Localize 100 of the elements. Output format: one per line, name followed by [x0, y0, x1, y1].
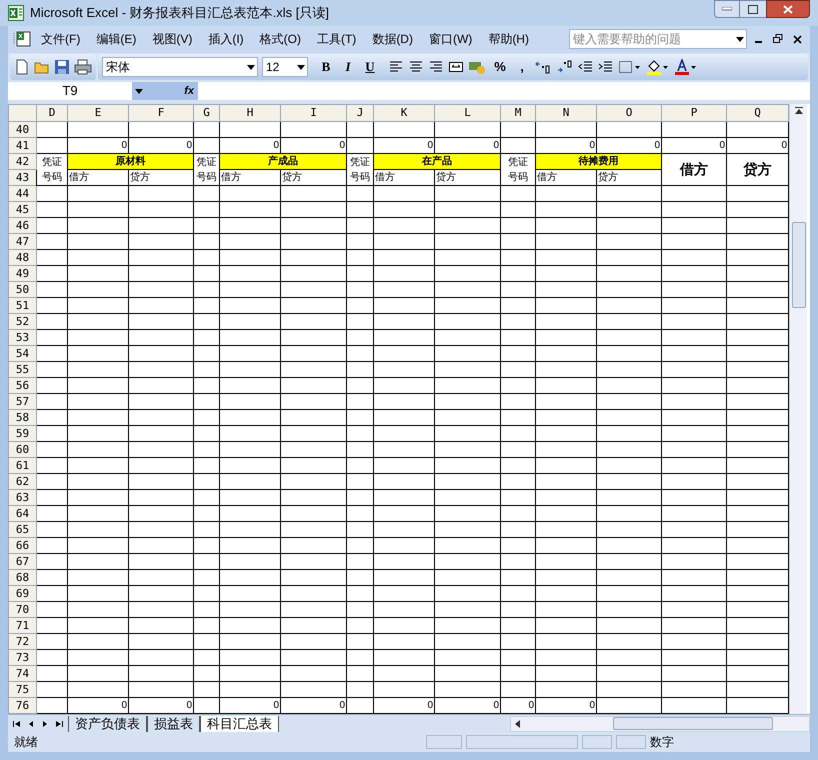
- row-header[interactable]: 52: [8, 314, 36, 330]
- column-header[interactable]: M: [500, 104, 536, 122]
- comma-style-button[interactable]: ,: [514, 57, 530, 77]
- column-header[interactable]: Q: [726, 104, 788, 122]
- menu-item[interactable]: 视图(V): [145, 29, 200, 49]
- status-panel: [426, 735, 462, 749]
- scrollbar-thumb[interactable]: [792, 222, 806, 308]
- maximize-button[interactable]: [740, 0, 766, 18]
- row-header[interactable]: 54: [8, 346, 36, 362]
- row-header[interactable]: 47: [8, 234, 36, 250]
- column-header[interactable]: L: [434, 104, 500, 122]
- sheet-tab[interactable]: 损益表: [147, 716, 200, 732]
- column-header[interactable]: E: [68, 104, 128, 122]
- first-sheet-icon[interactable]: [12, 718, 22, 728]
- insert-function-button[interactable]: fx: [184, 82, 194, 100]
- row-header[interactable]: 50: [8, 282, 36, 298]
- row-header[interactable]: 60: [8, 442, 36, 458]
- row-header[interactable]: 68: [8, 570, 36, 586]
- table-cell: 0: [726, 138, 788, 154]
- row-header[interactable]: 58: [8, 410, 36, 426]
- menu-item[interactable]: 编辑(E): [89, 29, 144, 49]
- row-header[interactable]: 62: [8, 474, 36, 490]
- name-box[interactable]: T9: [8, 82, 132, 100]
- row-header[interactable]: 72: [8, 634, 36, 650]
- font-size-dropdown[interactable]: 12: [262, 57, 308, 77]
- decrease-decimal-icon[interactable]: [556, 59, 574, 75]
- printer-icon[interactable]: [74, 59, 92, 75]
- row-header[interactable]: 42: [8, 154, 36, 170]
- italic-button[interactable]: I: [338, 57, 358, 77]
- sheet-tab[interactable]: 科目汇总表: [200, 716, 279, 732]
- row-header[interactable]: 64: [8, 506, 36, 522]
- column-header[interactable]: P: [662, 104, 726, 122]
- underline-button[interactable]: U: [360, 57, 380, 77]
- row-header[interactable]: 66: [8, 538, 36, 554]
- excel-logo-icon: [8, 4, 24, 21]
- column-header[interactable]: G: [194, 104, 220, 122]
- row-header[interactable]: 44: [8, 186, 36, 202]
- bold-button[interactable]: B: [316, 57, 336, 77]
- row-header[interactable]: 71: [8, 618, 36, 634]
- row-header[interactable]: 75: [8, 682, 36, 698]
- row-header[interactable]: 51: [8, 298, 36, 314]
- menu-item[interactable]: 帮助(H): [481, 29, 536, 49]
- table-cell-text: 凭证号码: [350, 156, 370, 184]
- row-header[interactable]: 53: [8, 330, 36, 346]
- menu-item[interactable]: 工具(T): [310, 29, 364, 49]
- table-cell: 贷方: [280, 170, 346, 186]
- column-header[interactable]: O: [596, 104, 662, 122]
- row-header[interactable]: 59: [8, 426, 36, 442]
- menu-item[interactable]: 窗口(W): [422, 29, 480, 49]
- font-color-icon[interactable]: [674, 59, 698, 75]
- row-header[interactable]: 46: [8, 218, 36, 234]
- menu-item[interactable]: 文件(F): [34, 29, 88, 49]
- row-header[interactable]: 41: [8, 138, 36, 154]
- last-sheet-icon[interactable]: [54, 718, 64, 728]
- horizontal-scrollbar[interactable]: [510, 716, 810, 732]
- column-header[interactable]: H: [220, 104, 280, 122]
- close-icon[interactable]: [793, 34, 802, 44]
- row-header[interactable]: 45: [8, 202, 36, 218]
- borders-icon[interactable]: [618, 59, 642, 75]
- row-header[interactable]: 74: [8, 666, 36, 682]
- menu-item[interactable]: 插入(I): [201, 29, 251, 49]
- table-cell: 借方: [68, 170, 128, 186]
- restore-icon[interactable]: [773, 34, 783, 44]
- fill-color-icon[interactable]: [646, 59, 670, 75]
- row-header[interactable]: 76: [8, 698, 36, 714]
- percent-button[interactable]: %: [492, 57, 508, 77]
- row-header[interactable]: 49: [8, 266, 36, 282]
- help-search-field[interactable]: 键入需要帮助的问题: [569, 29, 747, 49]
- menu-item[interactable]: 数据(D): [365, 29, 420, 49]
- font-dropdown[interactable]: 宋体: [102, 57, 258, 77]
- column-header[interactable]: K: [374, 104, 434, 122]
- column-header[interactable]: J: [346, 104, 374, 122]
- merge-center-icon[interactable]: [448, 59, 464, 75]
- row-header[interactable]: 63: [8, 490, 36, 506]
- column-header[interactable]: F: [128, 104, 194, 122]
- row-header[interactable]: 56: [8, 378, 36, 394]
- formula-field[interactable]: [198, 82, 810, 100]
- row-header[interactable]: 69: [8, 586, 36, 602]
- row-header[interactable]: 70: [8, 602, 36, 618]
- column-header[interactable]: D: [36, 104, 68, 122]
- row-header[interactable]: 57: [8, 394, 36, 410]
- row-header[interactable]: 73: [8, 650, 36, 666]
- column-header[interactable]: I: [280, 104, 346, 122]
- increase-decimal-icon[interactable]: [534, 59, 552, 75]
- spreadsheet-icon[interactable]: [12, 30, 32, 48]
- close-button[interactable]: [766, 0, 810, 18]
- row-header[interactable]: 61: [8, 458, 36, 474]
- sheet-tab[interactable]: 资产负债表: [68, 716, 147, 732]
- row-header[interactable]: 65: [8, 522, 36, 538]
- column-header[interactable]: N: [536, 104, 596, 122]
- menu-item[interactable]: 格式(O): [252, 29, 308, 49]
- new-document-icon[interactable]: [14, 59, 30, 75]
- minimize-button[interactable]: [714, 0, 740, 18]
- row-header[interactable]: 40: [8, 122, 36, 138]
- row-header[interactable]: 48: [8, 250, 36, 266]
- row-header[interactable]: 67: [8, 554, 36, 570]
- scrollbar-thumb[interactable]: [613, 717, 773, 730]
- vertical-scrollbar[interactable]: [789, 104, 807, 714]
- row-header[interactable]: 55: [8, 362, 36, 378]
- row-header[interactable]: 43: [8, 170, 36, 186]
